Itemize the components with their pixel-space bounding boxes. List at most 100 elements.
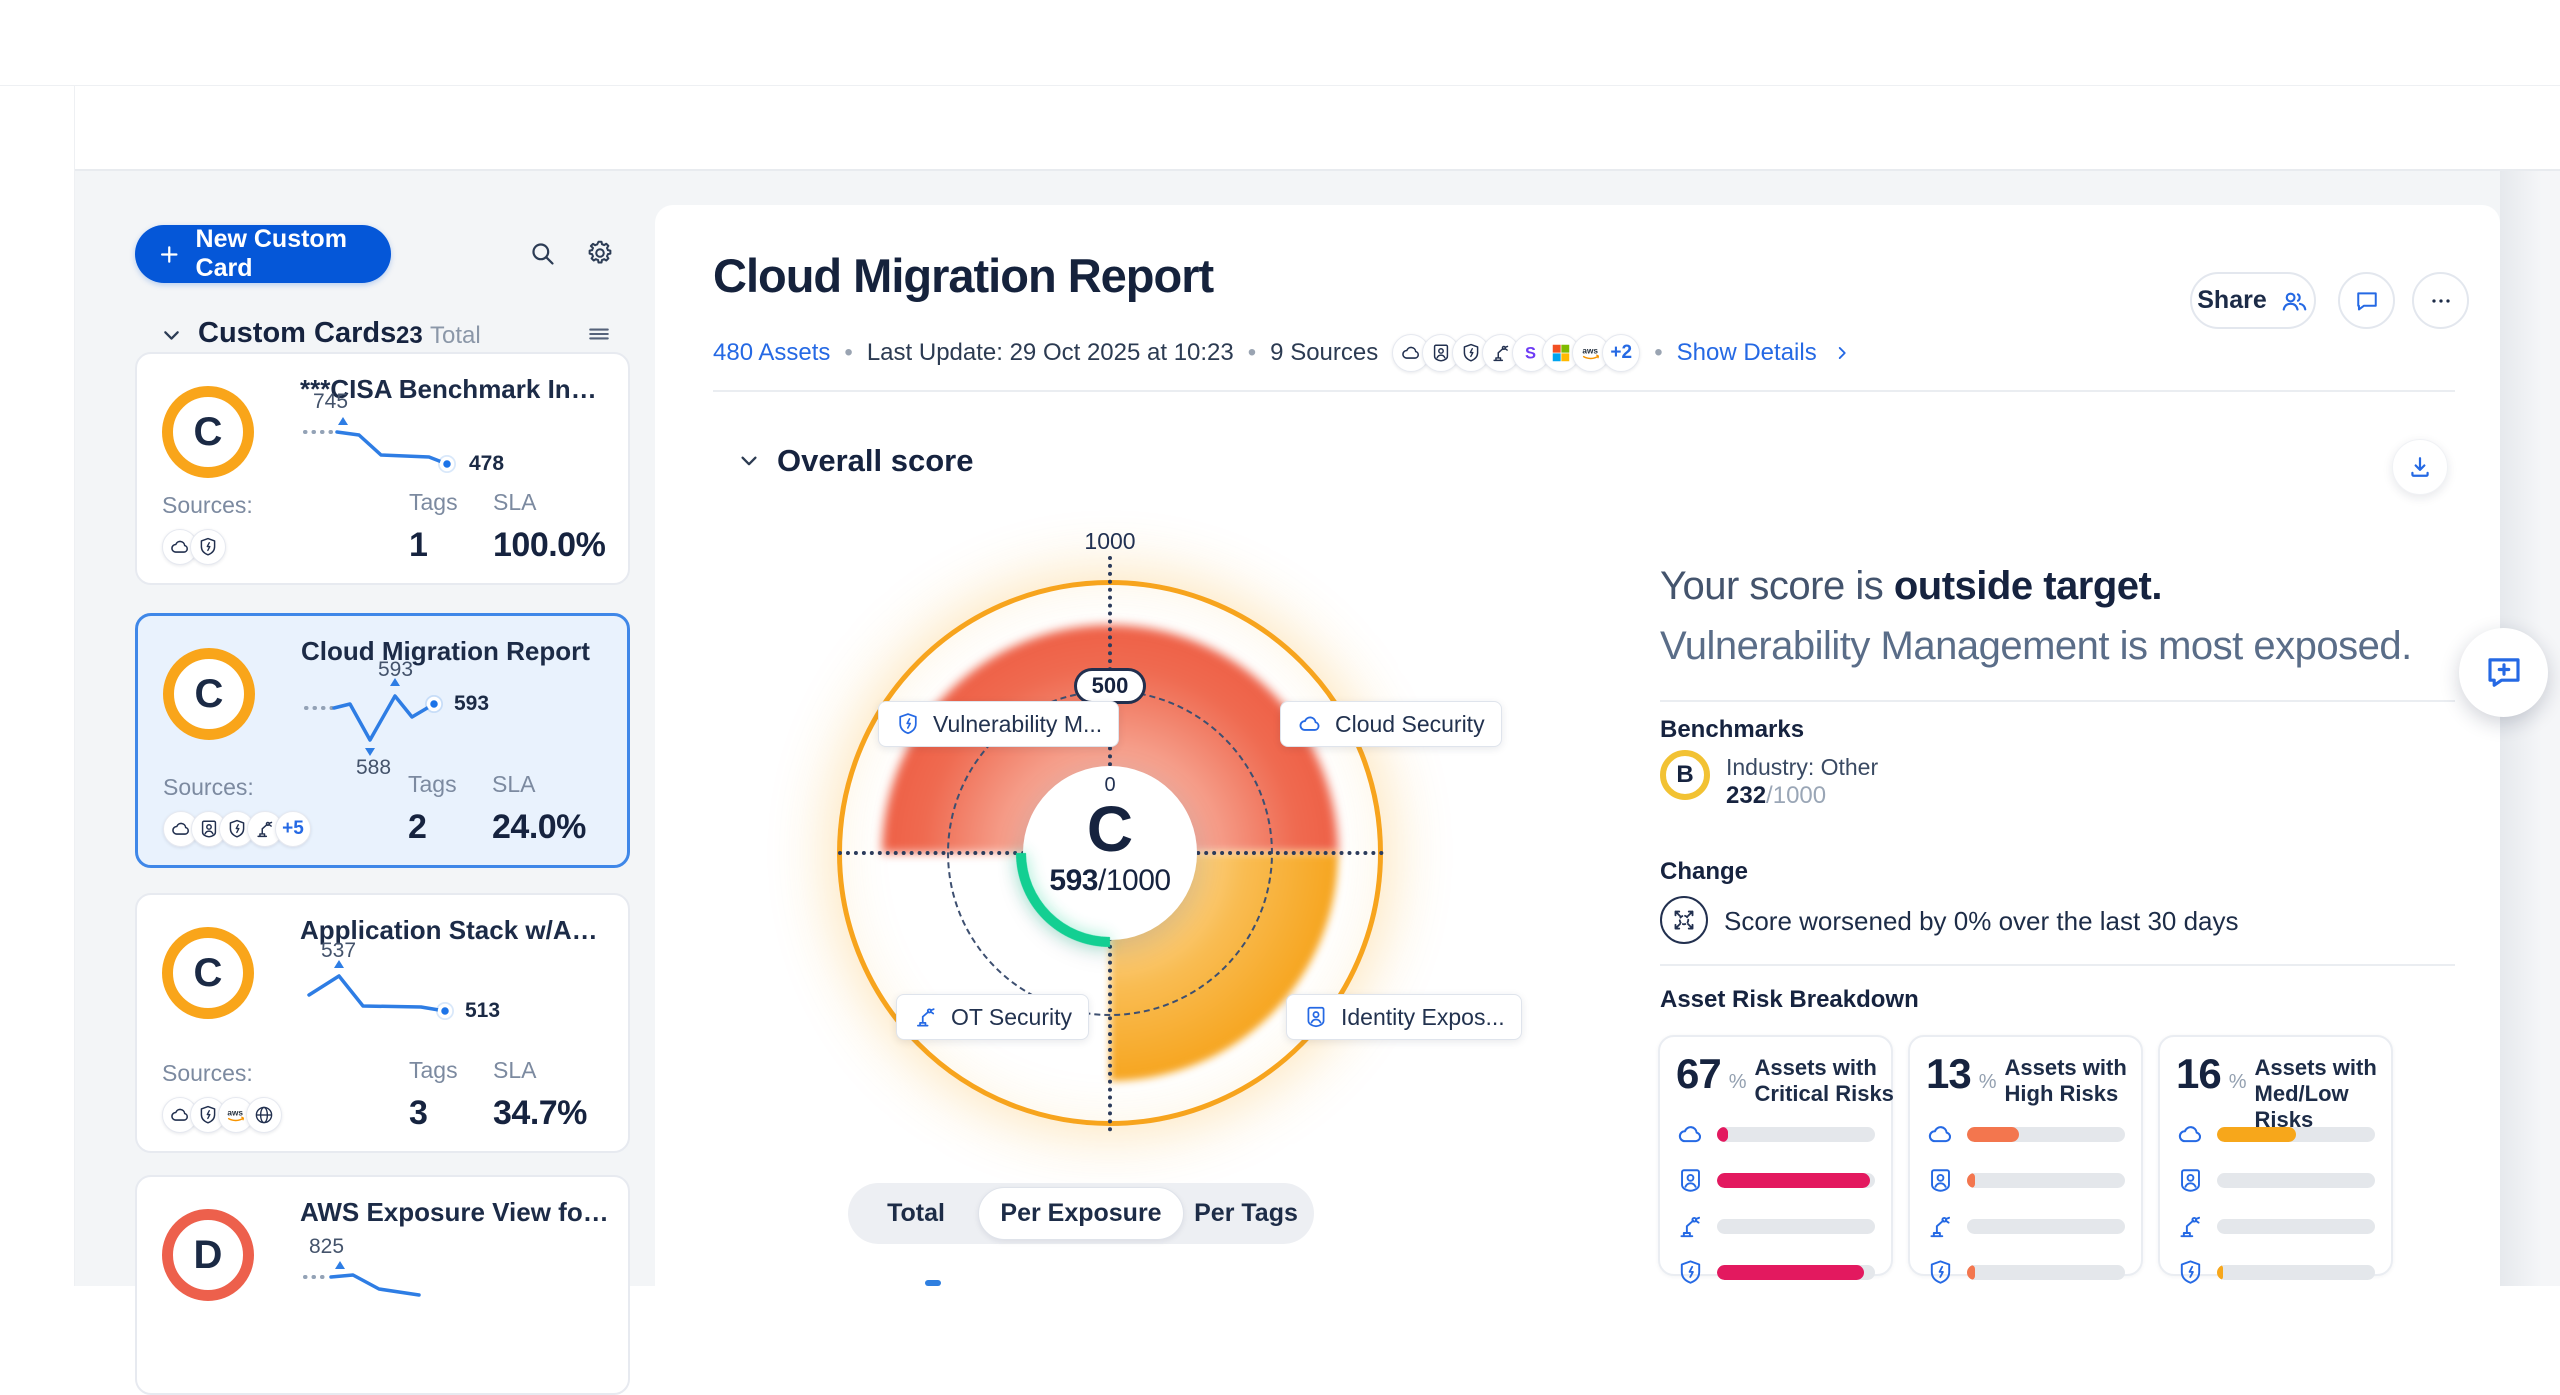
- benchmark-score: 232/1000: [1726, 782, 1826, 810]
- feedback-button[interactable]: [2459, 628, 2548, 717]
- download-icon: [2406, 453, 2434, 481]
- gauge-label-ot-security[interactable]: OT Security: [896, 994, 1089, 1040]
- sparkline-peak-value: 537: [321, 939, 356, 963]
- sla-value: 100.0%: [493, 526, 603, 565]
- chevron-down-icon[interactable]: [735, 447, 763, 475]
- gauge-label-vulnerability-management[interactable]: Vulnerability M...: [878, 701, 1119, 747]
- report-title: Cloud Migration Report: [713, 248, 1213, 303]
- gauge-label-text: Cloud Security: [1335, 711, 1485, 738]
- score-sparkline: 825: [297, 1235, 587, 1345]
- view-tab-per-exposure[interactable]: Per Exposure: [978, 1187, 1184, 1240]
- share-button[interactable]: Share: [2190, 272, 2316, 329]
- filter-icon[interactable]: [585, 320, 613, 348]
- assets-link[interactable]: 480 Assets: [713, 339, 830, 367]
- risk-bar: [1717, 1265, 1875, 1280]
- risk-bar-fill: [1967, 1265, 1975, 1280]
- card-title: AWS Exposure View for Accou...: [300, 1197, 610, 1228]
- sla-label: SLA: [493, 1057, 603, 1084]
- vm-shield-icon: [1926, 1258, 1955, 1287]
- risk-bar: [1967, 1265, 2125, 1280]
- plus-icon: [157, 241, 182, 268]
- panel-settings-gear-icon[interactable]: [585, 238, 615, 268]
- gauge-score: 593/1000: [1030, 864, 1190, 898]
- source-chip-asm-globe-icon: [246, 1097, 282, 1133]
- sparkline-peak-value: 593: [378, 658, 413, 682]
- score-headline: Your score is outside target.: [1660, 564, 2162, 609]
- risk-bar: [1967, 1219, 2125, 1234]
- risk-bar: [2217, 1219, 2375, 1234]
- sla-value: 34.7%: [493, 1094, 603, 1133]
- show-details-link[interactable]: Show Details: [1677, 339, 1817, 367]
- right-gutter: [2500, 171, 2560, 1286]
- search-icon[interactable]: [528, 239, 556, 267]
- gauge-label-cloud-security[interactable]: Cloud Security: [1280, 701, 1502, 747]
- custom-cards-count: 23: [396, 322, 423, 350]
- grade-badge: C: [162, 386, 254, 478]
- gauge-max-label: 1000: [1070, 528, 1150, 555]
- risk-bar: [1717, 1127, 1875, 1142]
- sparkline-end-value: 513: [465, 999, 500, 1023]
- view-tab-total[interactable]: Total: [854, 1199, 978, 1228]
- identity-icon: [1303, 1004, 1329, 1030]
- score-sparkline: 593 588 593: [298, 664, 588, 774]
- custom-card-aws-exposure-view[interactable]: D AWS Exposure View for Accou... 825: [135, 1175, 630, 1395]
- tags-label: Tags: [408, 771, 492, 798]
- sparkline-peak-value: 825: [309, 1235, 344, 1259]
- more-actions-button[interactable]: [2412, 272, 2469, 329]
- custom-cards-title: Custom Cards: [198, 317, 396, 350]
- risk-bar-fill: [1717, 1265, 1864, 1280]
- cloud-icon: [1926, 1120, 1955, 1149]
- high-pct: 13: [1926, 1053, 1971, 1107]
- custom-card-cisa-benchmark[interactable]: C ***CISA Benchmark Industry Fi... 745 4…: [135, 352, 630, 585]
- page-tabbar: [75, 86, 2560, 171]
- view-tab-per-tags[interactable]: Per Tags: [1184, 1199, 1308, 1228]
- risk-bar-fill: [1967, 1127, 2019, 1142]
- cloud-icon: [1676, 1120, 1705, 1149]
- download-button[interactable]: [2392, 439, 2448, 495]
- sources-count-text: 9 Sources: [1270, 339, 1378, 367]
- new-custom-card-button[interactable]: New Custom Card: [135, 225, 391, 283]
- sla-label: SLA: [493, 489, 603, 516]
- chevron-right-icon: [1831, 342, 1853, 364]
- identity-icon: [2176, 1166, 2205, 1195]
- more-sources-chip[interactable]: +5: [275, 811, 311, 847]
- grade-badge: D: [162, 1209, 254, 1301]
- grade-badge: C: [163, 648, 255, 740]
- gauge-label-text: Identity Expos...: [1341, 1004, 1505, 1031]
- source-chips-row: +2: [1392, 334, 1640, 372]
- insights-divider: [1660, 700, 2455, 702]
- comment-icon: [2353, 287, 2381, 315]
- tags-label: Tags: [409, 1057, 493, 1084]
- title-divider: [713, 390, 2455, 392]
- score-subheadline: Vulnerability Management is most exposed…: [1660, 624, 2412, 669]
- overall-score-title: Overall score: [777, 443, 973, 479]
- next-section-peek: [925, 1280, 941, 1286]
- more-sources-chip[interactable]: +2: [1602, 334, 1640, 372]
- ot-icon: [913, 1004, 939, 1030]
- meta-separator: •: [1248, 339, 1256, 367]
- sources-label: Sources:: [162, 1060, 409, 1087]
- grade-badge: C: [162, 927, 254, 1019]
- gauge-mid-label: 500: [1074, 668, 1146, 704]
- last-update-text: Last Update: 29 Oct 2025 at 10:23: [867, 339, 1234, 367]
- vm-shield-icon: [895, 711, 921, 737]
- identity-icon: [1676, 1166, 1705, 1195]
- gauge-grade: C: [1060, 792, 1160, 866]
- custom-card-cloud-migration[interactable]: C Cloud Migration Report 593 588 593 Sou…: [135, 613, 630, 868]
- sources-label: Sources:: [163, 774, 408, 801]
- tags-value: 3: [409, 1094, 493, 1133]
- tags-value: 1: [409, 526, 493, 565]
- left-nav-rail: [0, 86, 75, 1286]
- risk-bar: [2217, 1173, 2375, 1188]
- gauge-label-identity-exposure[interactable]: Identity Expos...: [1286, 994, 1522, 1040]
- sla-label: SLA: [492, 771, 602, 798]
- chevron-down-icon[interactable]: [158, 322, 185, 349]
- comment-button[interactable]: [2338, 272, 2395, 329]
- risk-card-critical: 67 % Assets with Critical Risks: [1658, 1035, 1893, 1276]
- custom-card-application-stack[interactable]: C Application Stack w/ASM 537 513 Source…: [135, 893, 630, 1153]
- risk-bar-fill: [2217, 1127, 2296, 1142]
- identity-icon: [1926, 1166, 1955, 1195]
- overall-score-header: Overall score: [735, 443, 973, 479]
- high-label: Assets with High Risks: [2005, 1055, 2151, 1107]
- meta-separator: •: [844, 339, 852, 367]
